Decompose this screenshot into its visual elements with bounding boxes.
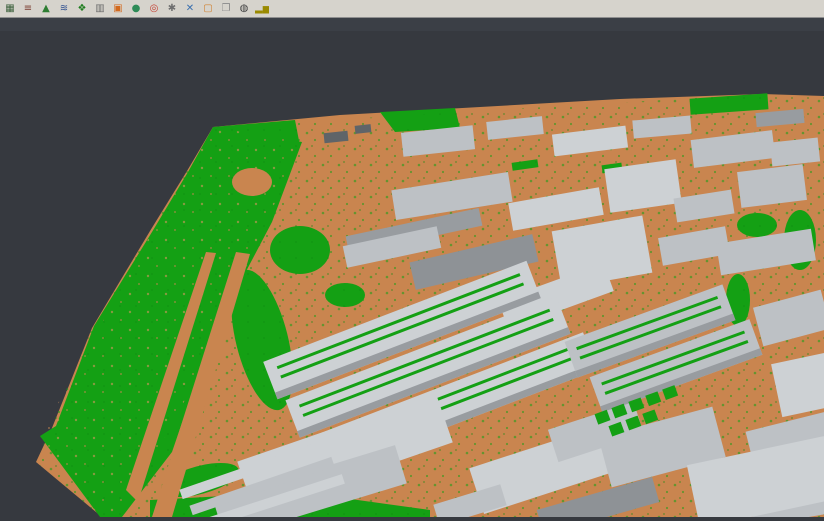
vegetation-icon[interactable]: ❖ xyxy=(75,2,89,16)
tile-icon[interactable]: ❐ xyxy=(219,2,233,16)
settings-icon[interactable]: ✱ xyxy=(165,2,179,16)
menu-band xyxy=(0,18,824,31)
layers-icon[interactable]: ≡ xyxy=(21,2,35,16)
pointcloud-scene xyxy=(0,0,824,517)
water-icon[interactable]: ≋ xyxy=(57,2,71,16)
viewport-3d[interactable] xyxy=(0,0,824,517)
delete-icon[interactable]: ✕ xyxy=(183,2,197,16)
globe-icon[interactable]: ◍ xyxy=(237,2,251,16)
frame-icon[interactable]: ▢ xyxy=(201,2,215,16)
bands-icon[interactable]: ▥ xyxy=(93,2,107,16)
classify-icon[interactable]: ● xyxy=(129,2,143,16)
orthophoto-icon[interactable]: ▣ xyxy=(111,2,125,16)
histogram-icon[interactable]: ▂▅ xyxy=(255,2,269,16)
grid-icon[interactable]: ▦ xyxy=(3,2,17,16)
main-toolbar: ▦ ≡ ▲ ≋ ❖ ▥ ▣ ● ◎ ✱ ✕ ▢ ❐ ◍ ▂▅ xyxy=(0,0,824,18)
terrain-icon[interactable]: ▲ xyxy=(39,2,53,16)
measure-icon[interactable]: ◎ xyxy=(147,2,161,16)
